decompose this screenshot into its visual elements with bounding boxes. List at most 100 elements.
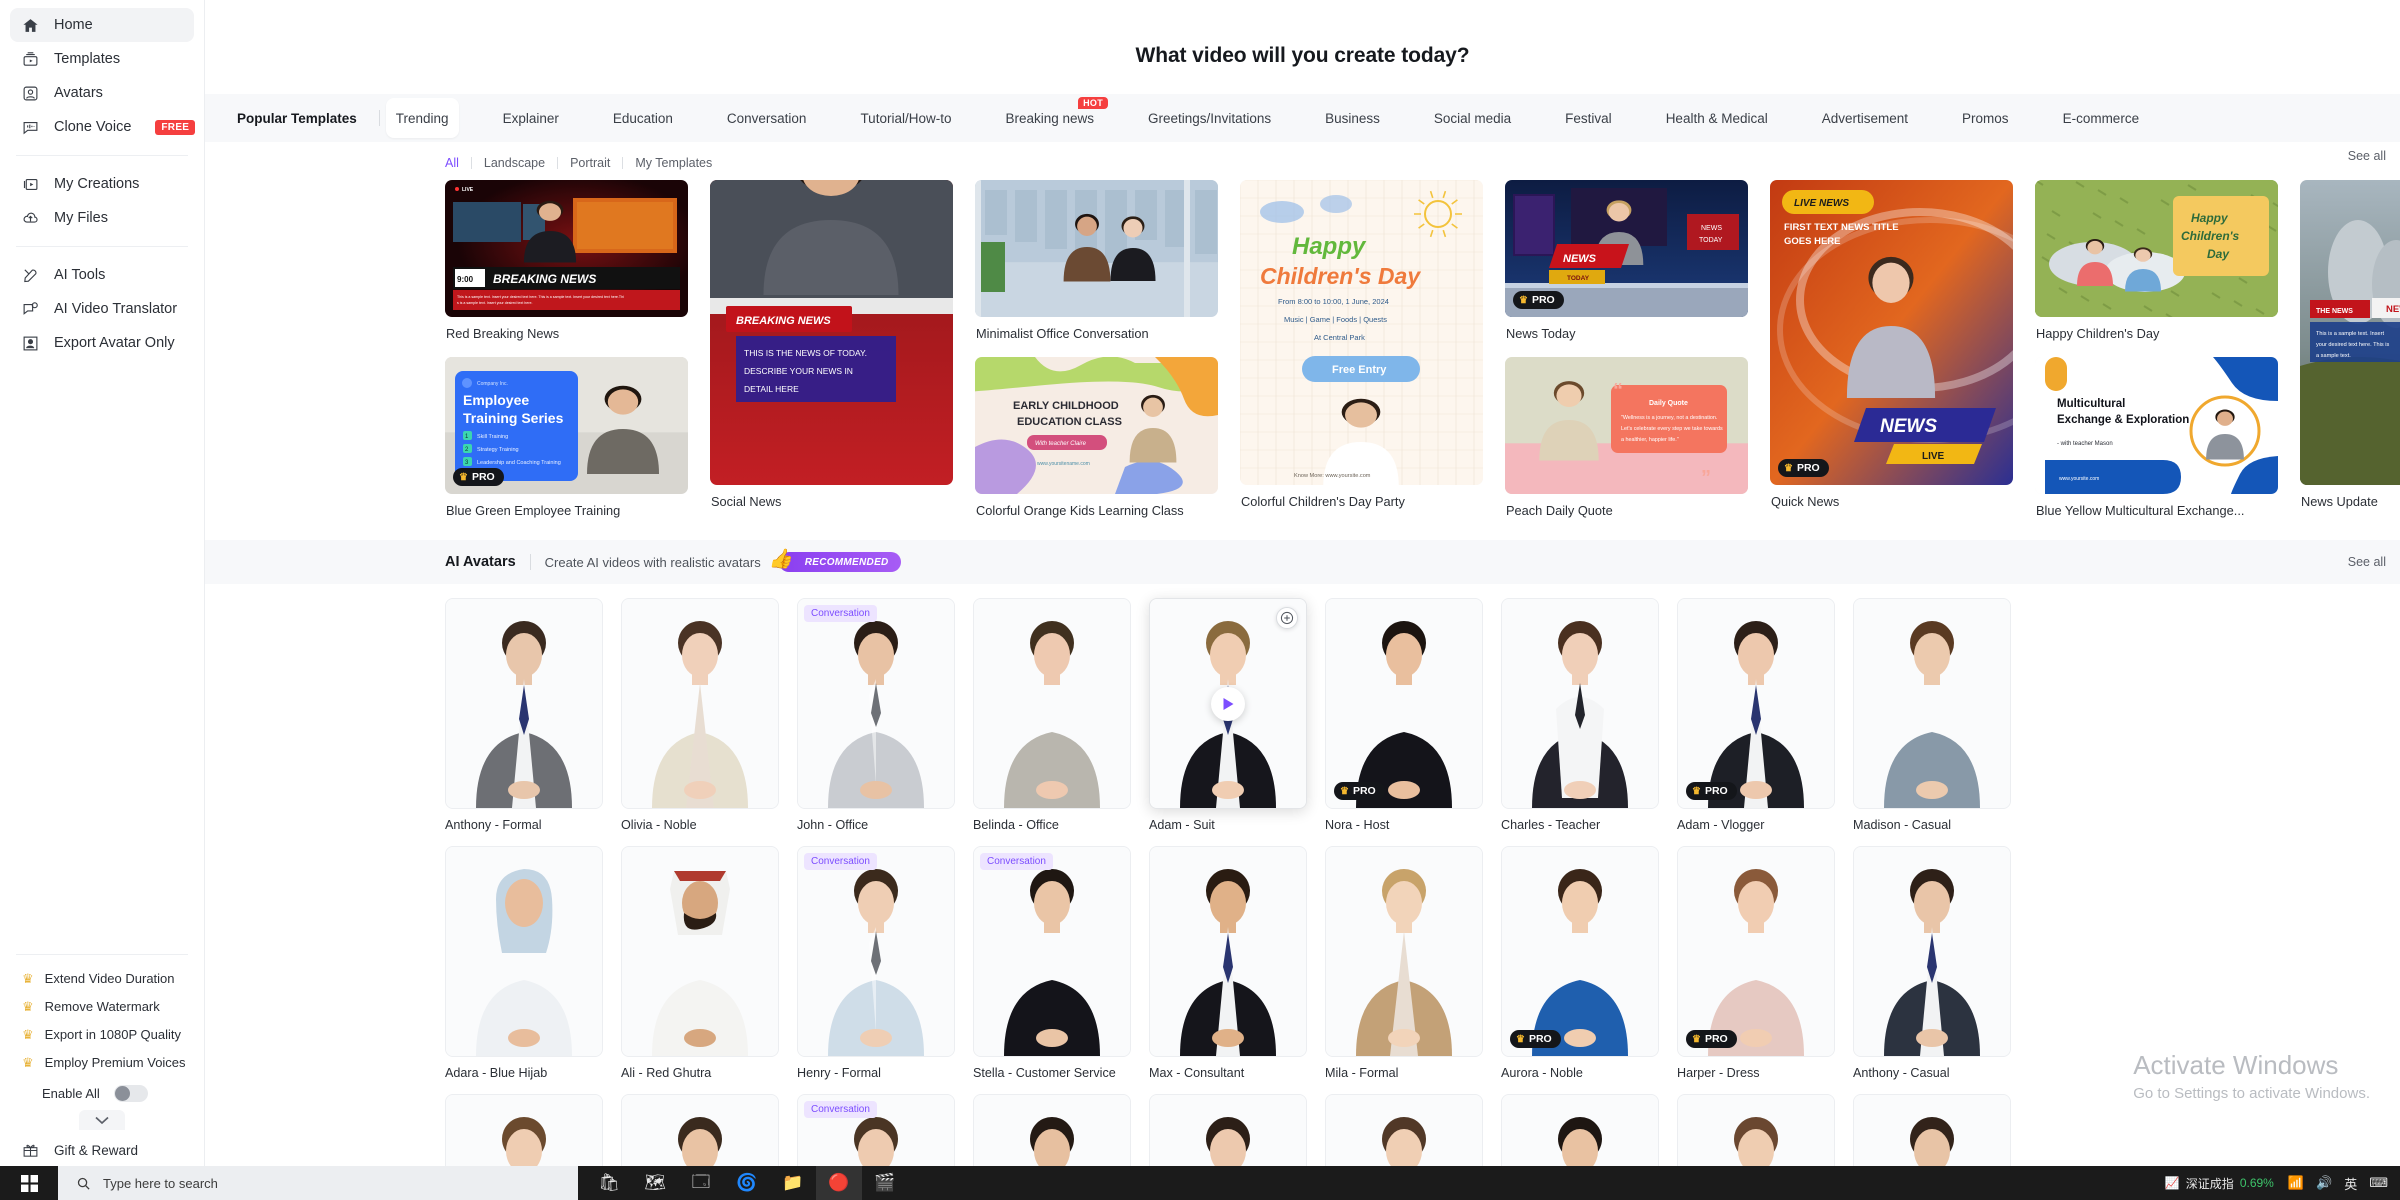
tab-conversation[interactable]: Conversation	[717, 98, 817, 138]
avatar-card[interactable]	[1677, 1094, 1835, 1166]
avatar-card[interactable]: ♛ PRO	[1677, 846, 1835, 1057]
volume-icon[interactable]: 🔊	[2316, 1175, 2332, 1191]
template-card[interactable]: Happy Children's Day	[2035, 180, 2278, 317]
template-card[interactable]: THE NEWS NEWS UPDATE This is a sample text…	[2300, 180, 2400, 485]
avatar-card[interactable]	[445, 846, 603, 1057]
taskbar-app-video-icon[interactable]: 🎬	[862, 1166, 908, 1200]
gift-reward-item[interactable]: Gift & Reward	[0, 1130, 204, 1160]
sidebar-item-ai-tools[interactable]: AI Tools	[10, 258, 194, 292]
sidebar-item-avatars[interactable]: Avatars	[10, 76, 194, 110]
template-card[interactable]: Happy Children's Day From 8:00 to 10:00, 1…	[1240, 180, 1483, 485]
avatar-card[interactable]: Conversation	[797, 846, 955, 1057]
taskbar-app-maps-icon[interactable]: 🗺	[632, 1166, 678, 1200]
template-card[interactable]: BREAKING NEWS THIS IS THE NEWS OF TODAY. D…	[710, 180, 953, 485]
avatar-card[interactable]	[1501, 1094, 1659, 1166]
perk-export-1080p[interactable]: ♛ Export in 1080P Quality	[0, 1020, 204, 1048]
template-card[interactable]: 9:00 BREAKING NEWS This is a sample text. …	[445, 180, 688, 317]
perk-remove-watermark[interactable]: ♛ Remove Watermark	[0, 992, 204, 1020]
avatar-card[interactable]	[973, 598, 1131, 809]
start-button[interactable]	[0, 1166, 58, 1200]
avatar-card[interactable]	[1853, 598, 2011, 809]
collapse-button[interactable]	[79, 1110, 125, 1130]
tab-divider	[378, 110, 380, 126]
avatar-card[interactable]	[1853, 1094, 2011, 1166]
avatar-card[interactable]	[445, 1094, 603, 1166]
template-card[interactable]: NEWS TODAY NEWS TODAY ♛ PRO	[1505, 180, 1748, 317]
avatar-card[interactable]: ♛ PRO	[1325, 598, 1483, 809]
wifi-icon[interactable]: 📶	[2288, 1175, 2304, 1191]
template-card[interactable]: EARLY CHILDHOOD EDUCATION CLASS With teach…	[975, 357, 1218, 494]
tab-trending[interactable]: Trending	[385, 98, 459, 138]
avatar-card[interactable]	[1325, 1094, 1483, 1166]
avatar-name: Max - Consultant	[1149, 1066, 1245, 1080]
avatar-card[interactable]: Conversation	[973, 846, 1131, 1057]
avatar-card[interactable]: ♛ PRO	[1677, 598, 1835, 809]
tab-greetings-invitations[interactable]: Greetings/Invitations	[1138, 98, 1281, 138]
tab-popular-templates[interactable]: Popular Templates	[227, 98, 373, 138]
avatar-row: Conversation	[445, 1094, 2400, 1166]
tab-e-commerce[interactable]: E-commerce	[2053, 98, 2150, 138]
sidebar-item-export-avatar-only[interactable]: Export Avatar Only	[10, 326, 194, 360]
taskbar-app-taskview-icon[interactable]: 🗔	[678, 1166, 724, 1200]
category-tabbar[interactable]: Popular Templates Trending Explainer Educa…	[205, 94, 2400, 142]
add-avatar-button[interactable]	[1276, 607, 1298, 629]
template-filters[interactable]: All Landscape Portrait My Templates	[205, 142, 724, 170]
avatar-card[interactable]	[1501, 598, 1659, 809]
tab-social-media[interactable]: Social media	[1424, 98, 1521, 138]
taskbar-app-explorer-icon[interactable]: 📁	[770, 1166, 816, 1200]
filter-landscape[interactable]: Landscape	[472, 156, 557, 170]
template-card[interactable]	[975, 180, 1218, 317]
tab-health-medical[interactable]: Health & Medical	[1656, 98, 1778, 138]
perk-premium-voices[interactable]: ♛ Employ Premium Voices	[0, 1048, 204, 1076]
tab-tutorial-how-to[interactable]: Tutorial/How-to	[850, 98, 961, 138]
avatar-card[interactable]	[1149, 1094, 1307, 1166]
tab-explainer[interactable]: Explainer	[493, 98, 569, 138]
avatar-card[interactable]	[1149, 846, 1307, 1057]
tab-business[interactable]: Business	[1315, 98, 1390, 138]
sidebar-item-my-files[interactable]: My Files	[10, 201, 194, 235]
see-all-avatars[interactable]: See all	[2348, 555, 2386, 569]
sidebar-item-templates[interactable]: Templates	[10, 42, 194, 76]
filter-my-templates[interactable]: My Templates	[623, 156, 724, 170]
tab-festival[interactable]: Festival	[1555, 98, 1622, 138]
sidebar-item-my-creations[interactable]: My Creations	[10, 167, 194, 201]
avatar-card[interactable]	[621, 846, 779, 1057]
template-card[interactable]: LIVE NEWS FIRST TEXT NEWS TITLE GOES HERE N…	[1770, 180, 2013, 485]
tab-education[interactable]: Education	[603, 98, 683, 138]
sidebar-item-home[interactable]: Home	[10, 8, 194, 42]
avatar-card[interactable]: Conversation	[797, 1094, 955, 1166]
ime-icon[interactable]: 英	[2344, 1174, 2357, 1193]
sidebar-item-clone-voice[interactable]: Clone Voice FREE	[10, 110, 196, 144]
perk-label: Employ Premium Voices	[44, 1054, 186, 1070]
taskbar-search[interactable]: Type here to search	[58, 1166, 578, 1200]
stock-ticker[interactable]: 📈 深证成指 0.69%	[2165, 1175, 2274, 1192]
tray-icons[interactable]: 📶 🔊 英 ⌨	[2288, 1174, 2388, 1193]
taskbar-app-store-icon[interactable]: 🛍	[586, 1166, 632, 1200]
avatar-card[interactable]: Conversation	[797, 598, 955, 809]
template-card[interactable]: Company Inc. Employee Training Series 1 Skil…	[445, 357, 688, 494]
taskbar-tray: 📈 深证成指 0.69% 📶 🔊 英 ⌨	[2165, 1174, 2400, 1193]
keyboard-icon[interactable]: ⌨	[2369, 1175, 2388, 1191]
see-all-templates[interactable]: See all	[2348, 149, 2386, 163]
taskbar-app-chrome-icon[interactable]: 🔴	[816, 1166, 862, 1200]
perk-extend-video-duration[interactable]: ♛ Extend Video Duration	[0, 964, 204, 992]
avatar-card[interactable]	[1325, 846, 1483, 1057]
avatar-card[interactable]	[1149, 598, 1307, 809]
tab-advertisement[interactable]: Advertisement	[1812, 98, 1918, 138]
filter-all[interactable]: All	[445, 156, 471, 170]
tab-promos[interactable]: Promos	[1952, 98, 2019, 138]
sidebar-item-ai-video-translator[interactable]: AI Video Translator	[10, 292, 194, 326]
taskbar-app-edge-icon[interactable]: 🌀	[724, 1166, 770, 1200]
play-button[interactable]	[1211, 686, 1245, 721]
avatar-card[interactable]: ♛ PRO	[1501, 846, 1659, 1057]
tab-breaking-news[interactable]: Breaking news HOT	[995, 97, 1109, 138]
template-card[interactable]: “ Daily Quote "Wellness is a journey, not …	[1505, 357, 1748, 494]
avatar-card[interactable]	[973, 1094, 1131, 1166]
avatar-card[interactable]	[621, 1094, 779, 1166]
avatar-card[interactable]	[445, 598, 603, 809]
enable-all-toggle[interactable]	[113, 1084, 148, 1102]
avatar-card[interactable]	[1853, 846, 2011, 1057]
avatar-card[interactable]	[621, 598, 779, 809]
filter-portrait[interactable]: Portrait	[558, 156, 622, 170]
template-card[interactable]: Multicultural Exchange & Exploration - wit…	[2035, 357, 2278, 494]
